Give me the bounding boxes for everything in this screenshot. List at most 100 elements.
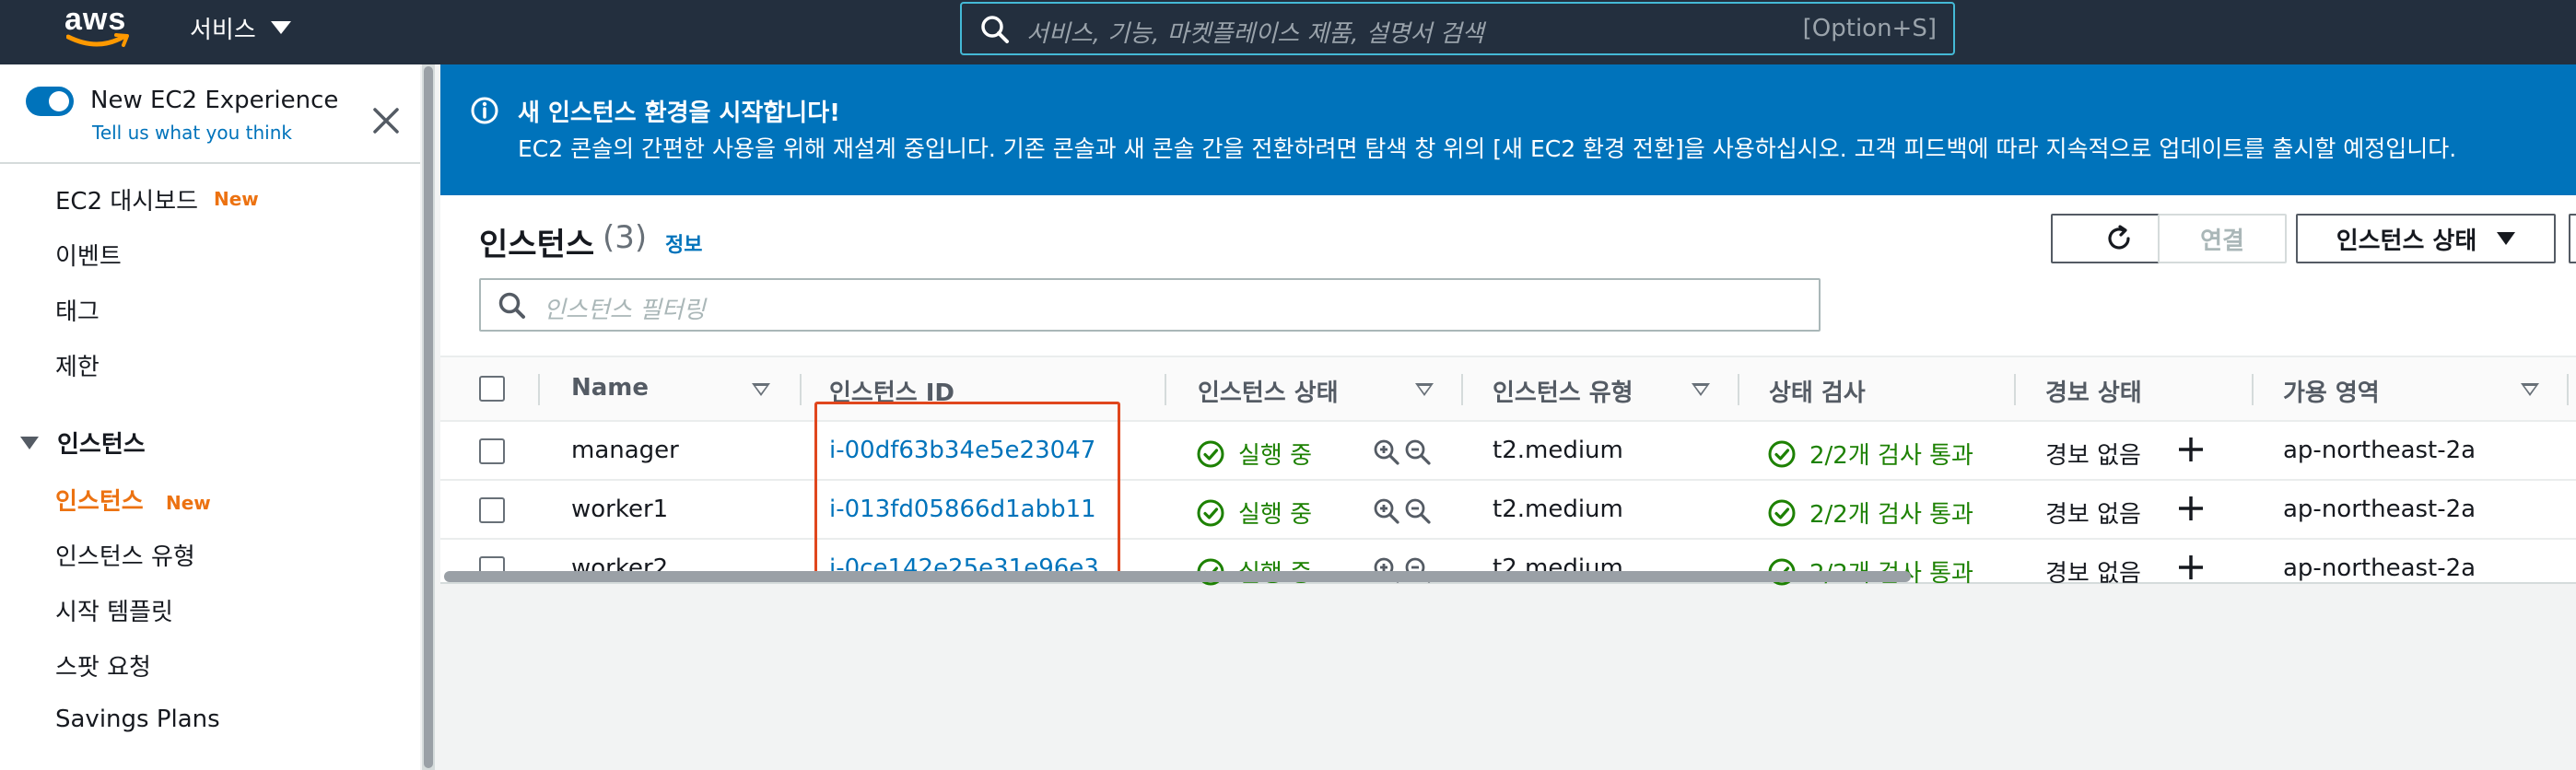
check-circle-icon: [1197, 499, 1224, 526]
column-separator: [1165, 374, 1166, 405]
new-badge: New: [166, 492, 211, 514]
sidebar-item-label: 시작 템플릿: [55, 599, 173, 626]
main-content: 새 인스턴스 환경을 시작합니다! EC2 콘솔의 간편한 사용을 위해 재설계…: [440, 64, 2576, 770]
sidebar-item-label: 태그: [55, 298, 100, 326]
sidebar-item-label: 이벤트: [55, 243, 122, 271]
sidebar-section-instances[interactable]: 인스턴스: [20, 426, 146, 460]
column-header-instance-state[interactable]: 인스턴스 상태: [1198, 374, 1339, 408]
new-experience-toggle[interactable]: [26, 87, 74, 116]
instance-type: t2.medium: [1493, 437, 1623, 464]
sidebar-item-events[interactable]: 이벤트: [55, 238, 122, 272]
add-alarm-icon[interactable]: [2174, 551, 2207, 584]
page-title: 인스턴스: [479, 227, 595, 263]
sidebar-item-instances[interactable]: 인스턴스: [55, 483, 144, 517]
table-header: Name 인스턴스 ID 인스턴스 상태 인스턴스 유형 상태 검사 경보 상태…: [440, 356, 2576, 422]
search-shortcut-hint: [Option+S]: [1802, 15, 1937, 42]
column-separator: [538, 374, 540, 405]
row-checkbox[interactable]: [479, 438, 505, 464]
new-badge: New: [214, 188, 259, 210]
sidebar-item-label: 인스턴스: [55, 488, 144, 516]
feedback-link[interactable]: Tell us what you think: [92, 122, 292, 144]
table-row[interactable]: manager i-00df63b34e5e23047 실행 중 t2.medi…: [440, 422, 2576, 481]
table-row[interactable]: worker1 i-013fd05866d1abb11 실행 중 t2.medi…: [440, 481, 2576, 540]
instance-filter-input[interactable]: 인스턴스 필터링: [479, 278, 1821, 332]
sidebar-scrollbar-thumb[interactable]: [424, 66, 433, 768]
connect-label: 연결: [2200, 227, 2244, 255]
caret-down-icon: [2497, 232, 2516, 245]
status-check-label: 2/2개 검사 통과: [1809, 442, 1973, 470]
column-header-availability-zone[interactable]: 가용 영역: [2283, 374, 2380, 408]
sort-icon[interactable]: [1415, 383, 1434, 396]
sidebar-item-label: 제한: [55, 354, 100, 381]
new-experience-title: New EC2 Experience: [90, 87, 339, 114]
sidebar-item-label: Savings Plans: [55, 706, 220, 733]
alarm-status: 경보 없음: [2045, 442, 2141, 470]
ec2-sidebar: New EC2 Experience Tell us what you thin…: [0, 64, 420, 770]
sort-icon[interactable]: [752, 383, 770, 396]
status-check: 2/2개 검사 통과: [1767, 437, 1973, 471]
instance-id-highlight-annotation: [814, 402, 1120, 582]
sidebar-item-instance-types[interactable]: 인스턴스 유형: [55, 538, 195, 572]
info-link[interactable]: 정보: [665, 228, 702, 258]
status-check: 2/2개 검사 통과: [1767, 496, 1973, 530]
zoom-controls[interactable]: [1373, 438, 1432, 466]
global-search-input[interactable]: 서비스, 기능, 마켓플레이스 제품, 설명서 검색 [Option+S]: [960, 2, 1955, 55]
close-icon[interactable]: [370, 105, 402, 136]
zoom-out-icon[interactable]: [1404, 438, 1432, 466]
expand-triangle-icon: [20, 436, 39, 449]
flash-banner: 새 인스턴스 환경을 시작합니다! EC2 콘솔의 간편한 사용을 위해 재설계…: [440, 64, 2576, 195]
column-header-instance-type[interactable]: 인스턴스 유형: [1493, 374, 1633, 408]
status-check-label: 2/2개 검사 통과: [1809, 501, 1973, 529]
column-separator: [2252, 374, 2254, 405]
zoom-controls[interactable]: [1373, 497, 1432, 525]
select-all-checkbox[interactable]: [479, 376, 505, 402]
services-menu-button[interactable]: 서비스: [190, 9, 291, 46]
column-separator: [2014, 374, 2016, 405]
info-icon: [471, 97, 498, 124]
zoom-in-icon[interactable]: [1373, 497, 1400, 525]
filter-placeholder: 인스턴스 필터링: [544, 297, 706, 324]
flash-body: EC2 콘솔의 간편한 사용을 위해 재설계 중입니다. 기존 콘솔과 새 콘솔…: [518, 135, 2457, 162]
table-row[interactable]: worker2 i-0ce142e25e31e96e3 실행 중: [440, 540, 2576, 599]
aws-smile-icon: [66, 33, 129, 47]
sidebar-item-ec2-dashboard[interactable]: EC2 대시보드: [55, 182, 198, 216]
connect-button[interactable]: 연결: [2158, 214, 2287, 263]
check-circle-icon: [1768, 440, 1796, 467]
instance-state-dropdown[interactable]: 인스턴스 상태: [2296, 214, 2556, 263]
aws-logo[interactable]: aws: [64, 2, 135, 53]
instance-state-label: 인스턴스 상태: [2336, 227, 2477, 255]
add-alarm-icon[interactable]: [2174, 492, 2207, 525]
column-header-name[interactable]: Name: [571, 374, 649, 402]
check-circle-icon: [1197, 440, 1224, 467]
instance-type: t2.medium: [1493, 496, 1623, 523]
instances-panel: 인스턴스 (3) 정보 연결 인스턴스 상태 인스턴스 필터링 Name 인스턴…: [440, 195, 2576, 588]
toggle-knob: [49, 91, 69, 111]
actions-button-partial[interactable]: [2569, 214, 2576, 263]
zoom-out-icon[interactable]: [1404, 497, 1432, 525]
sidebar-item-limits[interactable]: 제한: [55, 348, 100, 382]
search-icon: [981, 16, 1009, 43]
search-placeholder: 서비스, 기능, 마켓플레이스 제품, 설명서 검색: [1026, 20, 1484, 48]
column-separator: [800, 374, 802, 405]
add-alarm-icon[interactable]: [2174, 433, 2207, 466]
column-header-status-check[interactable]: 상태 검사: [1769, 374, 1866, 408]
column-separator: [1461, 374, 1463, 405]
column-header-alarm-status[interactable]: 경보 상태: [2045, 374, 2142, 408]
caret-down-icon: [270, 21, 291, 34]
availability-zone: ap-northeast-2a: [2283, 496, 2476, 523]
sidebar-item-launch-templates[interactable]: 시작 템플릿: [55, 593, 173, 627]
sidebar-item-spot-requests[interactable]: 스팟 요청: [55, 648, 151, 682]
alarm-status: 경보 없음: [2045, 501, 2141, 529]
check-circle-icon: [1768, 499, 1796, 526]
row-checkbox[interactable]: [479, 497, 505, 523]
sidebar-item-tags[interactable]: 태그: [55, 293, 100, 327]
table-horizontal-scrollbar[interactable]: [444, 571, 1911, 582]
sort-icon[interactable]: [2521, 383, 2539, 396]
instance-state: 실행 중: [1196, 437, 1312, 471]
sidebar-item-savings-plans[interactable]: Savings Plans: [55, 706, 220, 733]
instance-name: manager: [571, 437, 679, 464]
zoom-in-icon[interactable]: [1373, 438, 1400, 466]
column-separator: [1738, 374, 1739, 405]
instance-name: worker1: [571, 496, 669, 523]
sort-icon[interactable]: [1692, 383, 1710, 396]
